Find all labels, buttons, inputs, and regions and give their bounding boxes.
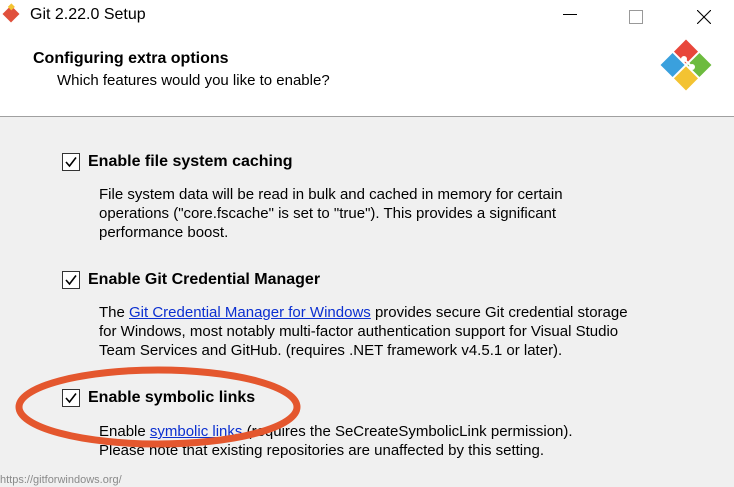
minimize-icon [563, 14, 577, 15]
description-line: Team Services and GitHub. (requires .NET… [99, 342, 563, 359]
fscache-description: File system data will be read in bulk an… [99, 185, 709, 242]
page-subtitle: Which features would you like to enable? [57, 72, 330, 89]
credential-manager-label: Enable Git Credential Manager [88, 271, 321, 288]
fscache-checkbox[interactable] [62, 153, 80, 171]
symbolic-links-link[interactable]: symbolic links [150, 423, 243, 440]
description-line: performance boost. [99, 224, 229, 241]
fscache-label: Enable file system caching [88, 153, 293, 170]
checkmark-icon [65, 275, 77, 286]
description-line: File system data will be read in bulk an… [99, 186, 563, 203]
window-title: Git 2.22.0 Setup [30, 6, 146, 23]
maximize-icon [629, 10, 643, 24]
description-text: provides secure Git credential storage [370, 304, 628, 321]
git-logo [660, 39, 712, 91]
page-title: Configuring extra options [33, 50, 229, 67]
option-symbolic-links[interactable]: Enable symbolic links [62, 388, 255, 408]
symlinks-checkbox[interactable] [62, 389, 80, 407]
status-url: https://gitforwindows.org/ [0, 474, 122, 486]
option-credential-manager[interactable]: Enable Git Credential Manager [62, 270, 320, 290]
close-button[interactable] [680, 0, 728, 31]
options-panel: Enable file system caching File system d… [0, 117, 734, 486]
minimize-button[interactable] [546, 0, 594, 31]
symlinks-description: Enable symbolic links (requires the SeCr… [99, 422, 709, 460]
description-text: The [99, 304, 130, 321]
description-line: Please note that existing repositories a… [99, 442, 544, 459]
git-icon [2, 3, 20, 23]
maximize-button[interactable] [612, 0, 660, 31]
checkmark-icon [65, 393, 77, 404]
description-text: (requires the SeCreateSymbolicLink permi… [242, 423, 573, 440]
checkmark-icon [65, 157, 77, 168]
symlinks-label: Enable symbolic links [88, 389, 256, 406]
title-bar: Git 2.22.0 Setup [0, 0, 734, 31]
description-line: The Git Credential Manager for Windows p… [99, 303, 709, 322]
header-panel: Configuring extra options Which features… [0, 31, 734, 117]
credential-manager-checkbox[interactable] [62, 271, 80, 289]
description-line: Enable symbolic links (requires the SeCr… [99, 422, 709, 441]
credential-manager-description: The Git Credential Manager for Windows p… [99, 303, 709, 360]
description-text: Enable [99, 423, 150, 440]
option-file-system-caching[interactable]: Enable file system caching [62, 152, 293, 172]
close-icon [697, 10, 711, 24]
description-line: for Windows, most notably multi-factor a… [99, 323, 619, 340]
description-line: operations ("core.fscache" is set to "tr… [99, 205, 557, 222]
gcm-link[interactable]: Git Credential Manager for Windows [129, 304, 371, 321]
